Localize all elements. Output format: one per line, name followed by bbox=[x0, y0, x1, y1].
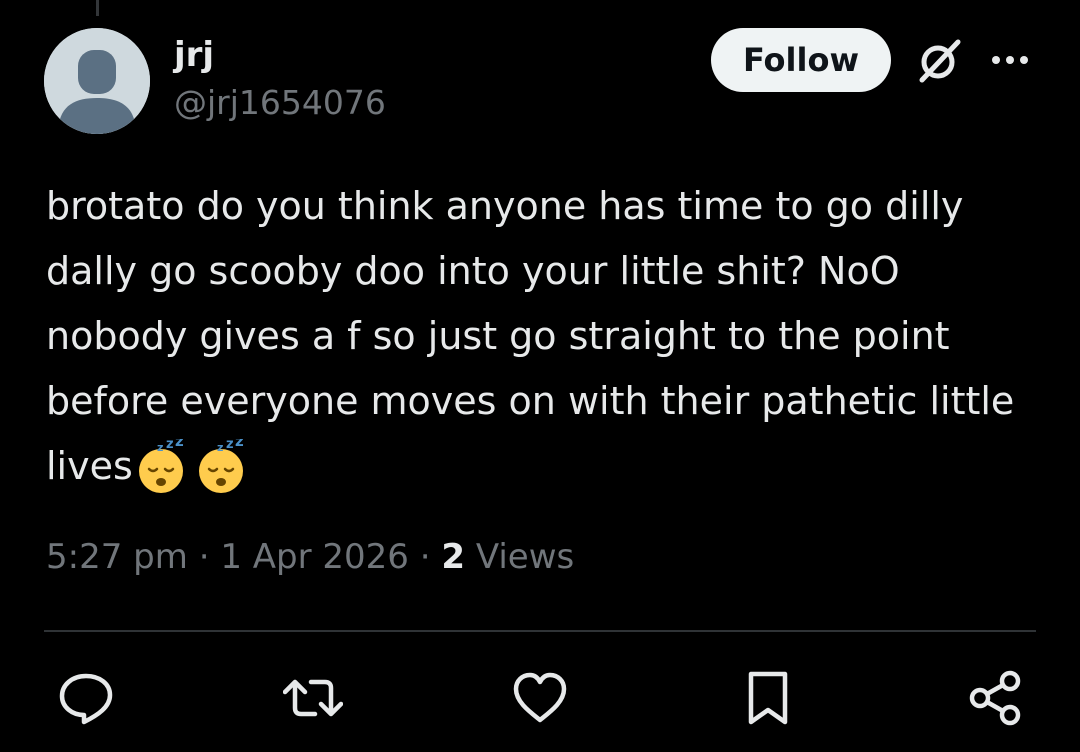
retweet-button[interactable] bbox=[283, 670, 343, 726]
reply-icon bbox=[59, 673, 113, 725]
share-icon bbox=[969, 670, 1021, 726]
svg-text:z: z bbox=[175, 439, 184, 450]
like-icon bbox=[513, 672, 567, 723]
user-handle[interactable]: @jrj1654076 bbox=[174, 86, 386, 119]
tweet-text: brotato do you think anyone has time to … bbox=[46, 174, 1046, 501]
tweet-date[interactable]: 1 Apr 2026 bbox=[220, 537, 409, 577]
reply-button[interactable] bbox=[56, 670, 116, 726]
svg-text:z: z bbox=[157, 441, 163, 454]
thread-line bbox=[96, 0, 99, 16]
views-label[interactable]: Views bbox=[476, 537, 574, 577]
retweet-icon bbox=[283, 679, 343, 717]
views-count[interactable]: 2 bbox=[441, 537, 465, 577]
svg-text:z: z bbox=[235, 439, 244, 450]
share-button[interactable] bbox=[966, 670, 1026, 726]
bookmark-button[interactable] bbox=[738, 670, 798, 726]
avatar[interactable] bbox=[44, 28, 150, 134]
divider bbox=[44, 630, 1036, 632]
svg-text:z: z bbox=[226, 439, 234, 452]
meta-separator: · bbox=[198, 537, 210, 577]
like-button[interactable] bbox=[510, 670, 570, 726]
grok-icon[interactable] bbox=[914, 36, 964, 86]
sleeping-face-emoji: z z z bbox=[198, 439, 244, 493]
tweet-time[interactable]: 5:27 pm bbox=[46, 537, 188, 577]
more-options-icon[interactable] bbox=[990, 52, 1030, 66]
bookmark-icon bbox=[748, 671, 788, 725]
display-name[interactable]: jrj bbox=[174, 38, 214, 72]
emoji-row: z z z z z z bbox=[133, 436, 253, 501]
sleeping-face-emoji: z z z bbox=[138, 439, 184, 493]
svg-text:z: z bbox=[166, 439, 174, 452]
follow-button[interactable]: Follow bbox=[711, 28, 891, 92]
svg-text:z: z bbox=[217, 441, 223, 454]
meta-separator: · bbox=[419, 537, 431, 577]
default-avatar-icon bbox=[44, 28, 150, 134]
tweet-meta: 5:27 pm · 1 Apr 2026 · 2 Views bbox=[46, 540, 574, 574]
